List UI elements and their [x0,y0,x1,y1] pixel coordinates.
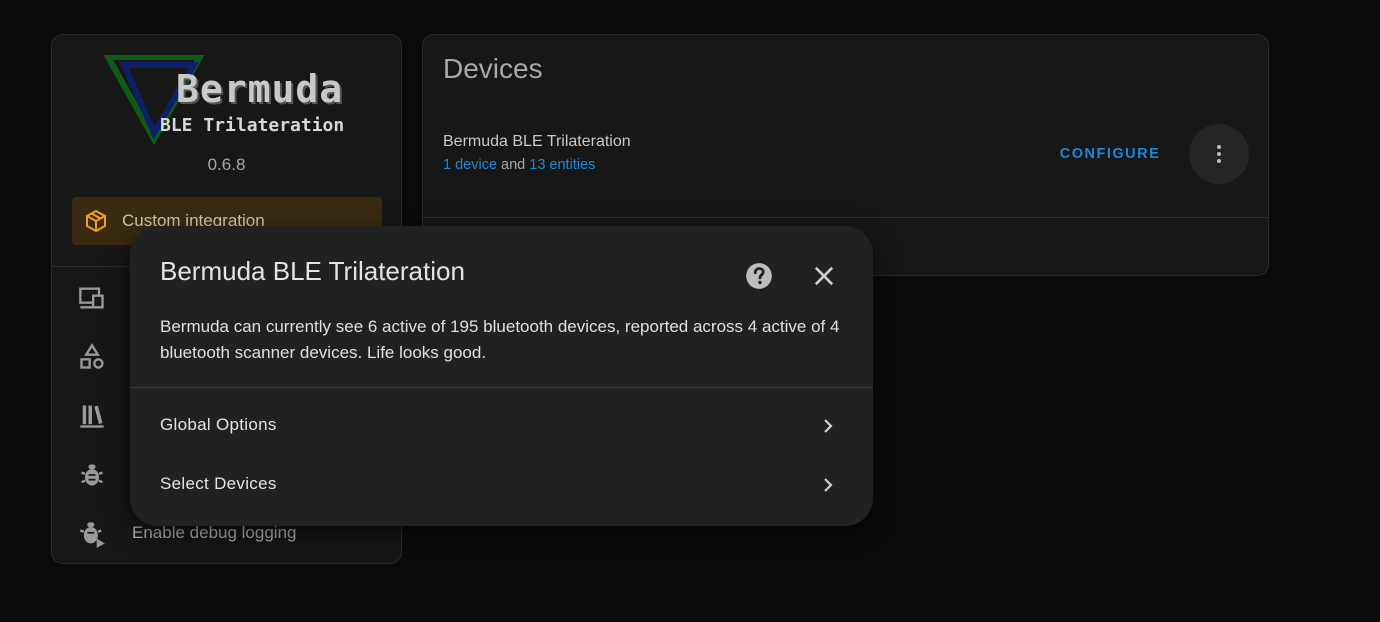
devices-link[interactable]: 1 device [443,157,497,173]
dots-vertical-icon [1217,145,1221,163]
close-icon[interactable] [810,262,838,290]
divider [423,217,1268,218]
bug-play-icon[interactable] [78,520,106,548]
bermuda-logo: Bermuda BLE Trilateration [104,55,364,145]
dialog-title: Bermuda BLE Trilateration [160,256,465,286]
menu-item-global-options[interactable]: Global Options [130,397,873,455]
library-icon[interactable] [78,402,106,430]
enable-debug-logging[interactable]: Enable debug logging [132,523,296,543]
devices-icon[interactable] [78,284,106,312]
help-circle-icon[interactable] [745,262,773,290]
bug-icon[interactable] [78,461,106,489]
divider [130,387,873,388]
logo-subtitle: BLE Trilateration [160,115,345,136]
menu-item-select-devices[interactable]: Select Devices [130,456,873,514]
config-entry-links: 1 device and 13 entities [443,157,595,173]
logo-title: Bermuda [176,67,344,111]
devices-title: Devices [443,53,543,84]
config-entry-name: Bermuda BLE Trilateration [443,133,631,150]
chevron-right-icon [824,478,833,492]
package-icon [86,209,106,233]
integration-version: 0.6.8 [207,155,246,174]
options-dialog: Bermuda BLE Trilateration Bermuda can cu… [130,226,873,526]
chevron-right-icon [824,419,833,433]
menu-item-label: Select Devices [160,474,277,493]
menu-item-label: Global Options [160,415,277,434]
shapes-icon[interactable] [78,343,106,371]
and-text: and [497,157,530,173]
dialog-message: Bermuda can currently see 6 active of 19… [160,317,840,362]
entities-link[interactable]: 13 entities [529,157,595,173]
configure-button[interactable]: CONFIGURE [1055,139,1165,169]
more-options-button[interactable] [1189,124,1249,184]
